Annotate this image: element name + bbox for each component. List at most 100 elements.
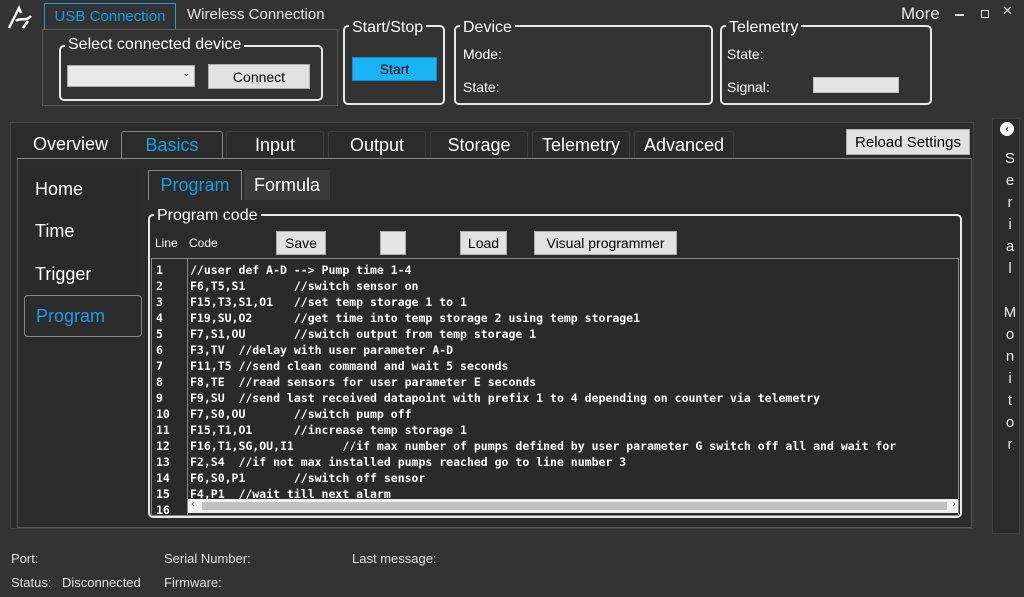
- serial-monitor-char: M: [1003, 304, 1017, 321]
- scroll-left-arrow[interactable]: ‹: [191, 499, 195, 510]
- code-lines[interactable]: //user def A-D --> Pump time 1-4 F6,T5,S1…: [190, 262, 954, 515]
- maximize-icon[interactable]: [981, 10, 989, 18]
- start-stop-legend: Start/Stop: [349, 19, 427, 37]
- code-column-header: Code: [189, 236, 218, 250]
- code-line[interactable]: F6,S0,P1 //switch off sensor: [190, 470, 954, 486]
- minimize-icon[interactable]: [955, 14, 964, 16]
- tab-basics[interactable]: Basics: [121, 131, 223, 158]
- code-line[interactable]: F7,S0,OU //switch pump off: [190, 406, 954, 422]
- device-mode-label: Mode:: [463, 46, 502, 62]
- code-line[interactable]: F6,T5,S1 //switch sensor on: [190, 278, 954, 294]
- code-line[interactable]: F8,TE //read sensors for user parameter …: [190, 374, 954, 390]
- collapse-arrow-icon[interactable]: ‹: [1000, 122, 1014, 136]
- serial-number-label: Serial Number:: [164, 551, 251, 566]
- serial-monitor-char: r: [1007, 436, 1013, 453]
- more-menu[interactable]: More: [901, 4, 940, 24]
- line-number: 6: [156, 343, 163, 357]
- line-number: 13: [156, 455, 170, 469]
- tab-usb-connection[interactable]: USB Connection: [44, 3, 176, 29]
- telemetry-legend: Telemetry: [726, 19, 802, 37]
- port-label: Port:: [11, 551, 39, 566]
- scrollbar-thumb[interactable]: [202, 502, 947, 510]
- code-line[interactable]: F19,SU,O2 //get time into temp storage 2…: [190, 310, 954, 326]
- tab-formula[interactable]: Formula: [244, 170, 330, 200]
- device-state-label: State:: [463, 79, 500, 95]
- line-number: 12: [156, 439, 170, 453]
- serial-monitor-char: n: [1005, 348, 1015, 365]
- line-number: 7: [156, 359, 163, 373]
- code-editor[interactable]: 1 2 3 4 5 6 7 8 9 10 11 12 13 14 15 16 //user def A-D -…: [151, 258, 959, 516]
- line-number: 16: [156, 503, 170, 516]
- tab-output[interactable]: Output: [328, 131, 426, 158]
- line-number: 3: [156, 295, 163, 309]
- code-line[interactable]: F7,S1,OU //switch output from temp stora…: [190, 326, 954, 342]
- load-button[interactable]: Load: [460, 231, 507, 255]
- code-line[interactable]: F15,T3,S1,O1 //set temp storage 1 to 1: [190, 294, 954, 310]
- serial-monitor-char: [1000, 280, 1020, 302]
- code-line[interactable]: F11,T5 //send clean command and wait 5 s…: [190, 358, 954, 374]
- tab-input[interactable]: Input: [226, 131, 324, 158]
- start-button[interactable]: Start: [352, 57, 437, 81]
- sidebar-item-time[interactable]: Time: [24, 210, 142, 252]
- code-line[interactable]: F16,T1,SG,OU,I1 //if max number of pumps…: [190, 438, 954, 454]
- tab-advanced[interactable]: Advanced: [634, 131, 734, 158]
- reload-settings-button[interactable]: Reload Settings: [846, 129, 970, 155]
- visual-programmer-button[interactable]: Visual programmer: [534, 231, 677, 255]
- serial-monitor-char: i: [1008, 216, 1012, 233]
- select-device-legend: Select connected device: [65, 36, 245, 54]
- serial-monitor-char: S: [1004, 150, 1015, 167]
- horizontal-scrollbar[interactable]: ‹ ›: [188, 499, 958, 513]
- serial-monitor-char: o: [1005, 414, 1015, 431]
- serial-monitor-char: e: [1005, 172, 1015, 189]
- tab-overview[interactable]: Overview: [24, 131, 117, 158]
- line-number: 15: [156, 487, 170, 501]
- chevron-down-icon: ⌄: [182, 69, 190, 79]
- line-number: 5: [156, 327, 163, 341]
- program-code-legend: Program code: [154, 207, 261, 225]
- tab-wireless-connection[interactable]: Wireless Connection: [187, 6, 325, 23]
- line-number: 14: [156, 471, 170, 485]
- device-dropdown[interactable]: ⌄: [67, 65, 195, 87]
- tab-program[interactable]: Program: [148, 170, 242, 200]
- line-number: 1: [156, 263, 163, 277]
- firmware-label: Firmware:: [164, 575, 222, 590]
- line-number: 9: [156, 391, 163, 405]
- telemetry-state-label: State:: [727, 46, 764, 62]
- line-number: 10: [156, 407, 170, 421]
- close-icon[interactable]: ✕: [1002, 4, 1013, 19]
- scroll-right-arrow[interactable]: ›: [952, 499, 956, 510]
- line-number: 8: [156, 375, 163, 389]
- line-column-header: Line: [155, 236, 178, 250]
- sidebar-item-program[interactable]: Program: [24, 295, 142, 337]
- color-swatch[interactable]: [380, 231, 406, 255]
- tab-storage[interactable]: Storage: [430, 131, 528, 158]
- status-value: Disconnected: [62, 575, 141, 590]
- last-message-label: Last message:: [352, 551, 437, 566]
- line-number-gutter: 1 2 3 4 5 6 7 8 9 10 11 12 13 14 15 16: [152, 259, 188, 515]
- app-logo: [6, 4, 34, 32]
- serial-monitor-char: a: [1005, 238, 1015, 255]
- sidebar-item-home[interactable]: Home: [24, 168, 142, 210]
- code-line[interactable]: F15,T1,O1 //increase temp storage 1: [190, 422, 954, 438]
- code-line[interactable]: //user def A-D --> Pump time 1-4: [190, 262, 954, 278]
- serial-monitor-char: t: [1007, 392, 1013, 409]
- serial-monitor-char: l: [1008, 260, 1012, 277]
- code-line[interactable]: F2,S4 //if not max installed pumps reach…: [190, 454, 954, 470]
- serial-monitor-char: r: [1007, 194, 1013, 211]
- status-label: Status:: [11, 575, 52, 590]
- line-number: 11: [156, 423, 170, 437]
- code-line[interactable]: F9,SU //send last received datapoint wit…: [190, 390, 954, 406]
- serial-monitor-char: o: [1005, 326, 1015, 343]
- serial-monitor-label[interactable]: Serial Monitor: [1000, 148, 1020, 456]
- signal-strength-bar: [813, 77, 899, 93]
- save-button[interactable]: Save: [276, 231, 326, 255]
- sidebar-item-trigger[interactable]: Trigger: [24, 253, 142, 295]
- line-number: 2: [156, 279, 163, 293]
- code-line[interactable]: F3,TV //delay with user parameter A-D: [190, 342, 954, 358]
- serial-monitor-char: i: [1008, 370, 1012, 387]
- line-number: 4: [156, 311, 163, 325]
- connect-button[interactable]: Connect: [208, 64, 310, 89]
- tab-telemetry[interactable]: Telemetry: [532, 131, 630, 158]
- device-legend: Device: [460, 19, 515, 37]
- telemetry-signal-label: Signal:: [727, 79, 770, 95]
